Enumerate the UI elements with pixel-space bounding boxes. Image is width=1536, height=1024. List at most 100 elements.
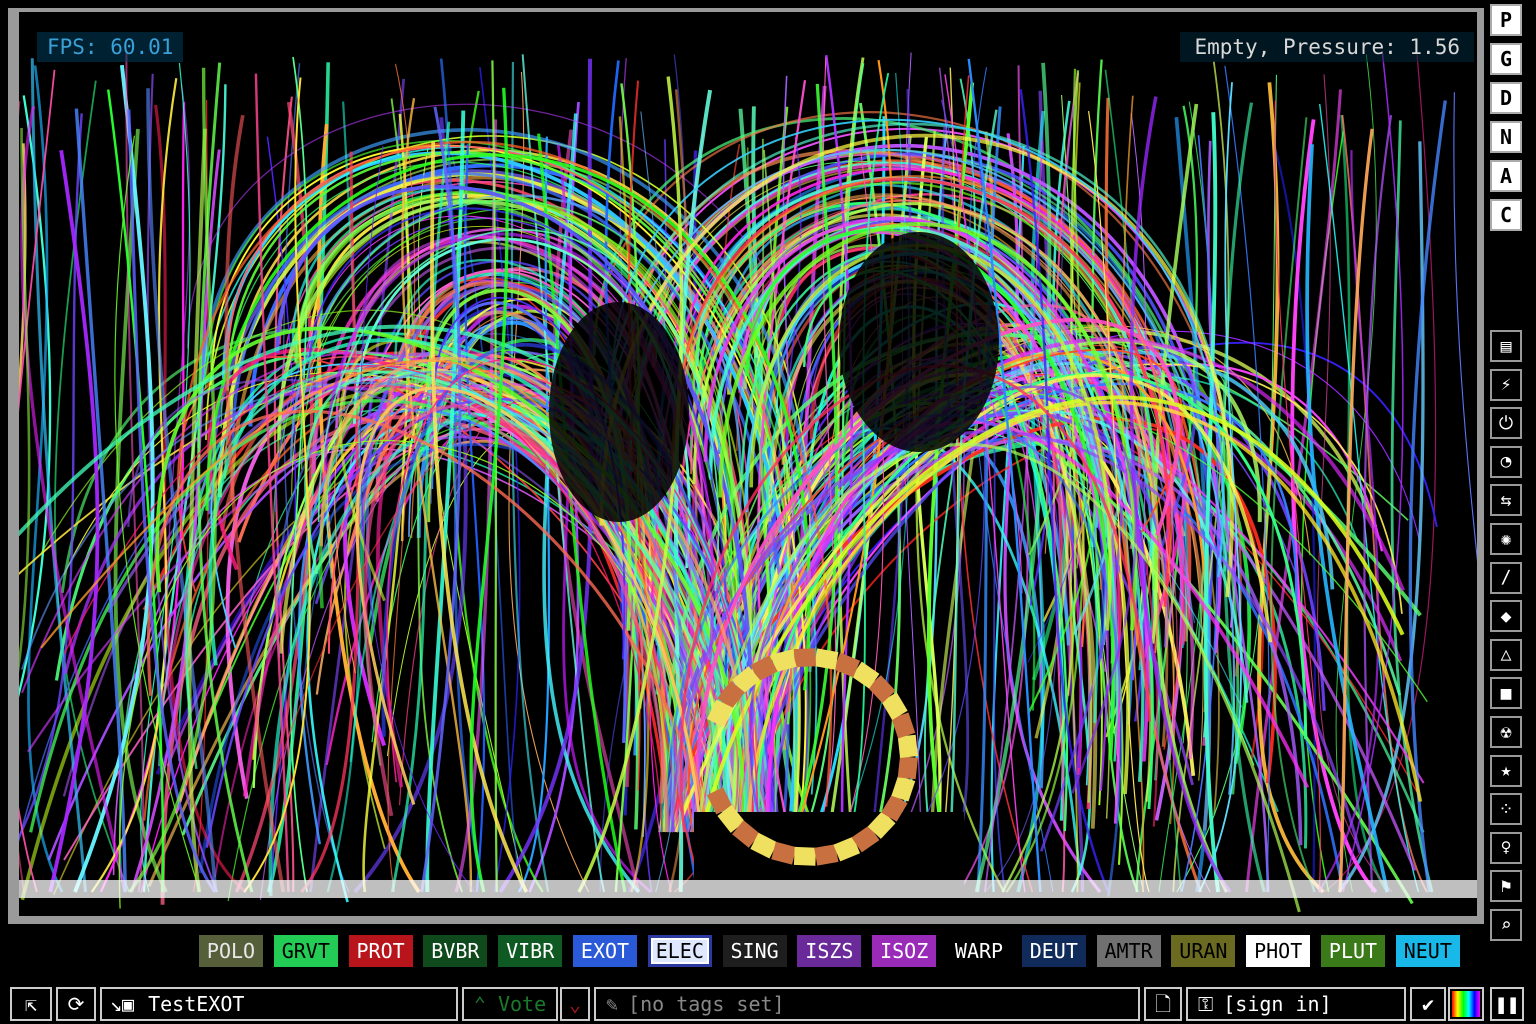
- element-bvbr-button[interactable]: BVBR: [423, 935, 488, 967]
- radioactive-icon: ☢: [1500, 721, 1512, 743]
- category-force-button[interactable]: ⇆: [1490, 484, 1522, 517]
- explosives-icon: ✺: [1500, 528, 1512, 550]
- tube-segment: [732, 820, 761, 848]
- key-icon: ⚿: [1198, 992, 1214, 1016]
- render-mode-c-button[interactable]: C: [1490, 199, 1522, 231]
- particle-streams: [19, 52, 1477, 913]
- tube-segment: [881, 692, 908, 720]
- tube-segment: [851, 661, 880, 689]
- open-icon: ⇱: [24, 992, 38, 1016]
- category-tools-button[interactable]: ⚑: [1490, 870, 1522, 903]
- tube-segment: [867, 810, 896, 839]
- powered-icon: ⏻: [1498, 412, 1514, 434]
- render-mode-a-button[interactable]: A: [1490, 160, 1522, 192]
- category-search-button[interactable]: ⌕: [1490, 909, 1522, 941]
- settings-button[interactable]: ✔: [1410, 987, 1446, 1021]
- tube-segment: [732, 666, 761, 694]
- render-mode-n-button[interactable]: N: [1490, 121, 1522, 153]
- element-deut-button[interactable]: DEUT: [1021, 935, 1086, 967]
- tube-segment: [793, 846, 817, 866]
- simulation-canvas[interactable]: [19, 12, 1477, 916]
- category-liquids-button[interactable]: ◆: [1490, 600, 1522, 633]
- category-walls-button[interactable]: ▤: [1490, 330, 1522, 362]
- element-sing-button[interactable]: SING: [722, 935, 787, 967]
- solids-icon: ■: [1500, 682, 1512, 704]
- force-icon: ⇆: [1500, 489, 1512, 511]
- element-vibr-button[interactable]: VIBR: [498, 935, 563, 967]
- tube-segment: [706, 787, 733, 815]
- sign-in-button[interactable]: ⚿ [sign in]: [1186, 987, 1406, 1021]
- category-particles-button[interactable]: ⁘: [1490, 793, 1522, 826]
- reload-icon: ⟳: [67, 992, 85, 1016]
- element-plut-button[interactable]: PLUT: [1321, 935, 1385, 967]
- vote-down-button[interactable]: ⌄: [560, 987, 590, 1021]
- category-electronics-button[interactable]: ⚡: [1490, 368, 1522, 401]
- tags-text: [no tags set]: [628, 992, 785, 1016]
- tools-icon: ⚑: [1500, 875, 1512, 897]
- pause-icon: ❚❚: [1494, 992, 1520, 1016]
- tag-icon: ✎: [606, 992, 619, 1016]
- category-powered-button[interactable]: ⏻: [1490, 407, 1522, 440]
- category-explosives-button[interactable]: ✺: [1490, 523, 1522, 555]
- category-sensors-button[interactable]: ◔: [1490, 445, 1522, 478]
- category-radioactive-button[interactable]: ☢: [1490, 716, 1522, 748]
- element-elec-button[interactable]: ELEC: [647, 935, 712, 967]
- tube-segment: [771, 841, 797, 865]
- rainbow-icon: [1452, 991, 1480, 1017]
- render-mode-d-button[interactable]: D: [1490, 82, 1522, 114]
- render-mode-p-button[interactable]: P: [1490, 4, 1522, 36]
- sign-in-label: [sign in]: [1223, 992, 1332, 1016]
- liquids-icon: ◆: [1500, 605, 1512, 627]
- reload-button[interactable]: ⟳: [56, 987, 96, 1021]
- category-special-button[interactable]: ★: [1490, 754, 1522, 787]
- vortex-core: [839, 232, 999, 452]
- powders-icon: △: [1500, 644, 1512, 666]
- tube-segment: [833, 652, 861, 678]
- sensors-icon: ◔: [1500, 451, 1512, 473]
- element-grvt-button[interactable]: GRVT: [273, 935, 338, 967]
- particles-icon: ⁘: [1498, 798, 1514, 820]
- new-file-icon: 🗋: [1154, 992, 1172, 1016]
- tube-segment: [851, 825, 880, 853]
- tube-segment: [771, 649, 797, 673]
- element-isoz-button[interactable]: ISOZ: [872, 935, 937, 967]
- element-exot-button[interactable]: EXOT: [573, 935, 637, 967]
- special-icon: ★: [1500, 760, 1512, 782]
- check-icon: ✔: [1421, 992, 1435, 1016]
- new-simulation-button[interactable]: 🗋: [1144, 987, 1182, 1021]
- category-gases-button[interactable]: ∕: [1490, 561, 1522, 594]
- thumb-up-icon: ⌃: [473, 992, 486, 1016]
- walls-icon: ▤: [1500, 335, 1512, 357]
- tube-segment: [750, 832, 778, 859]
- category-powders-button[interactable]: △: [1490, 638, 1522, 671]
- element-polo-button[interactable]: POLO: [199, 935, 263, 967]
- element-uran-button[interactable]: URAN: [1171, 935, 1236, 967]
- render-mode-g-button[interactable]: G: [1490, 43, 1522, 75]
- tube-segment: [750, 655, 778, 682]
- open-save-button[interactable]: ⇱: [10, 987, 52, 1021]
- element-warp-button[interactable]: WARP: [947, 935, 1011, 967]
- element-neut-button[interactable]: NEUT: [1395, 935, 1460, 967]
- particle-stream: [1453, 92, 1477, 562]
- tube-segment: [814, 648, 839, 670]
- tube-segment: [867, 675, 896, 704]
- vortex-core: [549, 302, 689, 522]
- save-name-field[interactable]: ↘▣ TestEXOT: [100, 987, 458, 1021]
- save-name: TestEXOT: [148, 992, 245, 1016]
- tube-segment: [891, 712, 916, 739]
- tags-field[interactable]: ✎ [no tags set]: [594, 987, 1140, 1021]
- vote-label: Vote: [497, 992, 547, 1016]
- vote-up-button[interactable]: ⌃ Vote: [462, 987, 558, 1021]
- renderer-options-button[interactable]: [1448, 987, 1484, 1021]
- category-solids-button[interactable]: ■: [1490, 677, 1522, 710]
- tube-segment: [891, 775, 916, 802]
- electronics-icon: ⚡: [1500, 374, 1512, 396]
- element-prot-button[interactable]: PROT: [348, 935, 413, 967]
- pause-button[interactable]: ❚❚: [1490, 987, 1524, 1021]
- element-phot-button[interactable]: PHOT: [1246, 935, 1311, 967]
- save-icon: ↘▣: [110, 992, 135, 1016]
- category-life-button[interactable]: ♀: [1490, 831, 1522, 864]
- element-amtr-button[interactable]: AMTR: [1096, 935, 1161, 967]
- element-iszs-button[interactable]: ISZS: [797, 935, 862, 967]
- thumb-down-icon: ⌄: [568, 992, 582, 1016]
